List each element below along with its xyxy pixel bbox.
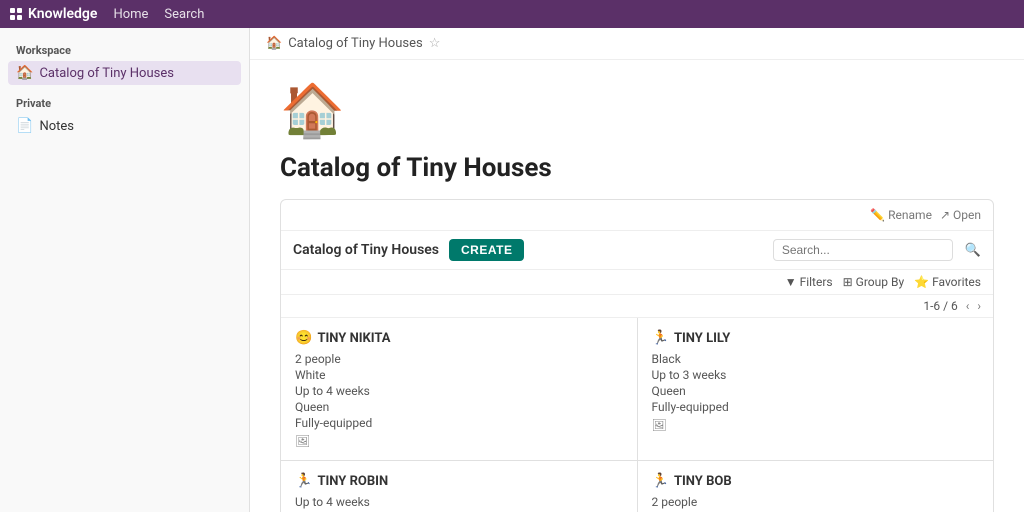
catalog-icon: 🏠 [16,65,33,81]
pagination-prev[interactable]: ‹ [966,299,970,313]
main-layout: Workspace 🏠 Catalog of Tiny Houses Priva… [0,28,1024,512]
sidebar-private-title: Private [8,93,241,114]
tiny-lily-img: 🖼 [652,418,980,432]
tiny-bob-title: TINY BOB [674,474,732,489]
filter-icon: ▼ [785,275,797,289]
tiny-nikita-img: 🖼 [295,434,623,448]
sidebar-item-catalog[interactable]: 🏠 Catalog of Tiny Houses [8,61,241,85]
nav-search[interactable]: Search [164,7,204,22]
page-title: Catalog of Tiny Houses [280,153,994,183]
sidebar-item-notes[interactable]: 📄 Notes [8,114,241,138]
view-toolbar: Catalog of Tiny Houses CREATE 🔍 [281,231,993,270]
top-nav: Knowledge Home Search [0,0,1024,28]
pagination-bar: 1-6 / 6 ‹ › [281,295,993,318]
create-button[interactable]: CREATE [449,239,524,261]
toolbar-left: Catalog of Tiny Houses CREATE [293,239,524,261]
star-filter-icon: ⭐ [914,275,929,289]
nav-home[interactable]: Home [113,7,148,22]
tiny-nikita-field-1: White [295,368,623,382]
open-button[interactable]: ↗ Open [940,208,981,222]
tiny-robin-title: TINY ROBIN [317,474,388,489]
tiny-robin-icon: 🏃 [295,473,312,489]
sidebar-item-notes-label: Notes [39,119,74,134]
breadcrumb-label: Catalog of Tiny Houses [288,36,423,51]
tiny-nikita-field-3: Queen [295,400,623,414]
favorites-button[interactable]: ⭐ Favorites [914,275,981,289]
tiny-nikita-field-0: 2 people [295,352,623,366]
sidebar-workspace-title: Workspace [8,40,241,61]
tiny-nikita-field-4: Fully-equipped [295,416,623,430]
tiny-robin-field-0: Up to 4 weeks [295,495,623,509]
app-title: Knowledge [28,6,97,22]
tiny-lily-title: TINY LILY [674,331,730,346]
star-icon[interactable]: ☆ [429,36,441,51]
search-icon[interactable]: 🔍 [965,243,981,258]
pagination-next[interactable]: › [977,299,981,313]
rename-button[interactable]: ✏️ Rename [870,208,932,222]
pencil-icon: ✏️ [870,208,885,222]
tiny-nikita-field-2: Up to 4 weeks [295,384,623,398]
embedded-view: ✏️ Rename ↗ Open Catalog of Tiny Houses … [280,199,994,512]
group-icon: ⊞ [843,275,853,289]
filters-bar: ▼ Filters ⊞ Group By ⭐ Favorites [281,270,993,295]
toolbar-right: 🔍 [773,239,981,261]
tiny-nikita-icon: 😊 [295,330,312,346]
filters-button[interactable]: ▼ Filters [785,275,833,289]
toolbar-filters: ▼ Filters ⊞ Group By ⭐ Favorites [785,275,981,289]
view-title: Catalog of Tiny Houses [293,242,439,258]
page-content: 🏠 Catalog of Tiny Houses ✏️ Rename ↗ Ope… [250,60,1024,512]
tiny-lily-field-0: Black [652,352,980,366]
app-logo[interactable]: Knowledge [10,6,97,22]
sidebar-item-catalog-label: Catalog of Tiny Houses [39,66,174,81]
breadcrumb-icon: 🏠 [266,36,282,51]
external-link-icon: ↗ [940,208,950,222]
card-tiny-bob[interactable]: 🏃 TINY BOB 2 people Up to 4 weeks Queen … [638,461,994,512]
tiny-lily-field-1: Up to 3 weeks [652,368,980,382]
view-header: ✏️ Rename ↗ Open [281,200,993,231]
content-area: 🏠 Catalog of Tiny Houses ☆ 🏠 Catalog of … [250,28,1024,512]
card-tiny-lily[interactable]: 🏃 TINY LILY Black Up to 3 weeks Queen Fu… [638,318,994,460]
tiny-bob-icon: 🏃 [652,473,669,489]
sidebar: Workspace 🏠 Catalog of Tiny Houses Priva… [0,28,250,512]
notes-icon: 📄 [16,118,33,134]
view-header-actions: ✏️ Rename ↗ Open [870,208,981,222]
pagination-count: 1-6 / 6 [923,299,957,313]
grid-icon [10,8,22,20]
tiny-lily-field-2: Queen [652,384,980,398]
tiny-lily-field-3: Fully-equipped [652,400,980,414]
cards-grid: 😊 TINY NIKITA 2 people White Up to 4 wee… [281,318,993,512]
page-icon: 🏠 [280,80,994,141]
tiny-nikita-title: TINY NIKITA [317,331,390,346]
group-by-button[interactable]: ⊞ Group By [843,275,905,289]
card-tiny-robin[interactable]: 🏃 TINY ROBIN Up to 4 weeks Queen Fully-e… [281,461,637,512]
card-tiny-nikita[interactable]: 😊 TINY NIKITA 2 people White Up to 4 wee… [281,318,637,460]
tiny-bob-field-0: 2 people [652,495,980,509]
tiny-lily-icon: 🏃 [652,330,669,346]
search-input[interactable] [773,239,953,261]
breadcrumb: 🏠 Catalog of Tiny Houses ☆ [250,28,1024,60]
